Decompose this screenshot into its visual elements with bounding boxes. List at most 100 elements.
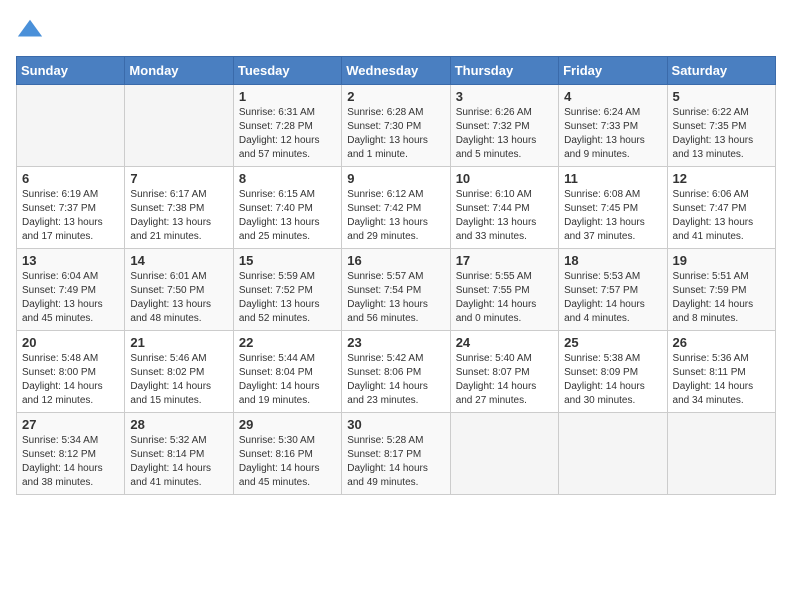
calendar-cell: 29Sunrise: 5:30 AM Sunset: 8:16 PM Dayli… xyxy=(233,413,341,495)
day-info: Sunrise: 6:01 AM Sunset: 7:50 PM Dayligh… xyxy=(130,270,227,326)
day-number: 4 xyxy=(564,89,661,104)
calendar-table: SundayMondayTuesdayWednesdayThursdayFrid… xyxy=(16,56,776,495)
day-header-wednesday: Wednesday xyxy=(342,57,450,85)
day-number: 6 xyxy=(22,171,119,186)
day-info: Sunrise: 5:28 AM Sunset: 8:17 PM Dayligh… xyxy=(347,434,444,490)
logo-icon xyxy=(16,16,44,44)
day-number: 22 xyxy=(239,335,336,350)
day-number: 7 xyxy=(130,171,227,186)
day-number: 2 xyxy=(347,89,444,104)
calendar-cell: 13 Sunrise: 6:04 AM Sunset: 7:49 PM Dayli… xyxy=(17,249,125,331)
day-header-sunday: Sunday xyxy=(17,57,125,85)
day-number: 25 xyxy=(564,335,661,350)
day-info: Sunrise: 6:08 AM Sunset: 7:45 PM Dayligh… xyxy=(564,188,661,244)
calendar-cell: 15Sunrise: 5:59 AM Sunset: 7:52 PM Dayli… xyxy=(233,249,341,331)
calendar-cell: 10 Sunrise: 6:10 AM Sunset: 7:44 PM Dayli… xyxy=(450,167,558,249)
calendar-cell xyxy=(17,85,125,167)
calendar-cell: 12 Sunrise: 6:06 AM Sunset: 7:47 PM Dayli… xyxy=(667,167,775,249)
calendar-cell: 9 Sunrise: 6:12 AM Sunset: 7:42 PM Daylig… xyxy=(342,167,450,249)
day-info: Sunrise: 5:44 AM Sunset: 8:04 PM Dayligh… xyxy=(239,352,336,408)
calendar-cell: 20Sunrise: 5:48 AM Sunset: 8:00 PM Dayli… xyxy=(17,331,125,413)
day-info: Sunrise: 6:17 AM Sunset: 7:38 PM Dayligh… xyxy=(130,188,227,244)
calendar-cell: 7 Sunrise: 6:17 AM Sunset: 7:38 PM Daylig… xyxy=(125,167,233,249)
day-info: Sunrise: 5:55 AM Sunset: 7:55 PM Dayligh… xyxy=(456,270,553,326)
calendar-cell: 25 Sunrise: 5:38 AM Sunset: 8:09 PM Dayli… xyxy=(559,331,667,413)
calendar-cell: 11 Sunrise: 6:08 AM Sunset: 7:45 PM Dayli… xyxy=(559,167,667,249)
calendar-cell: 21 Sunrise: 5:46 AM Sunset: 8:02 PM Dayli… xyxy=(125,331,233,413)
calendar-cell: 5Sunrise: 6:22 AM Sunset: 7:35 PM Daylig… xyxy=(667,85,775,167)
calendar-cell xyxy=(450,413,558,495)
day-info: Sunrise: 6:24 AM Sunset: 7:33 PM Dayligh… xyxy=(564,106,661,162)
day-info: Sunrise: 5:36 AM Sunset: 8:11 PM Dayligh… xyxy=(673,352,770,408)
calendar-cell: 24 Sunrise: 5:40 AM Sunset: 8:07 PM Dayli… xyxy=(450,331,558,413)
calendar-week-row: 1 Sunrise: 6:31 AM Sunset: 7:28 PM Daylig… xyxy=(17,85,776,167)
page-header xyxy=(16,16,776,44)
calendar-cell: 26 Sunrise: 5:36 AM Sunset: 8:11 PM Dayli… xyxy=(667,331,775,413)
calendar-week-row: 13 Sunrise: 6:04 AM Sunset: 7:49 PM Dayli… xyxy=(17,249,776,331)
day-info: Sunrise: 5:57 AM Sunset: 7:54 PM Dayligh… xyxy=(347,270,444,326)
day-number: 19 xyxy=(673,253,770,268)
day-number: 8 xyxy=(239,171,336,186)
day-info: Sunrise: 6:19 AM Sunset: 7:37 PM Dayligh… xyxy=(22,188,119,244)
day-info: Sunrise: 6:22 AM Sunset: 7:35 PM Dayligh… xyxy=(673,106,770,162)
calendar-cell: 23 Sunrise: 5:42 AM Sunset: 8:06 PM Dayli… xyxy=(342,331,450,413)
calendar-cell xyxy=(125,85,233,167)
day-header-monday: Monday xyxy=(125,57,233,85)
day-number: 3 xyxy=(456,89,553,104)
calendar-cell xyxy=(559,413,667,495)
day-number: 17 xyxy=(456,253,553,268)
day-info: Sunrise: 6:06 AM Sunset: 7:47 PM Dayligh… xyxy=(673,188,770,244)
day-number: 1 xyxy=(239,89,336,104)
day-info: Sunrise: 6:04 AM Sunset: 7:49 PM Dayligh… xyxy=(22,270,119,326)
day-number: 15 xyxy=(239,253,336,268)
calendar-cell: 22 Sunrise: 5:44 AM Sunset: 8:04 PM Dayli… xyxy=(233,331,341,413)
day-number: 14 xyxy=(130,253,227,268)
day-info: Sunrise: 6:31 AM Sunset: 7:28 PM Dayligh… xyxy=(239,106,336,162)
calendar-cell: 16 Sunrise: 5:57 AM Sunset: 7:54 PM Dayli… xyxy=(342,249,450,331)
day-number: 23 xyxy=(347,335,444,350)
day-info: Sunrise: 5:40 AM Sunset: 8:07 PM Dayligh… xyxy=(456,352,553,408)
calendar-cell: 18Sunrise: 5:53 AM Sunset: 7:57 PM Dayli… xyxy=(559,249,667,331)
day-header-tuesday: Tuesday xyxy=(233,57,341,85)
day-info: Sunrise: 5:34 AM Sunset: 8:12 PM Dayligh… xyxy=(22,434,119,490)
day-number: 21 xyxy=(130,335,227,350)
calendar-cell: 19 Sunrise: 5:51 AM Sunset: 7:59 PM Dayli… xyxy=(667,249,775,331)
calendar-week-row: 20Sunrise: 5:48 AM Sunset: 8:00 PM Dayli… xyxy=(17,331,776,413)
calendar-cell: 30 Sunrise: 5:28 AM Sunset: 8:17 PM Dayli… xyxy=(342,413,450,495)
day-info: Sunrise: 5:32 AM Sunset: 8:14 PM Dayligh… xyxy=(130,434,227,490)
day-info: Sunrise: 5:53 AM Sunset: 7:57 PM Dayligh… xyxy=(564,270,661,326)
day-number: 10 xyxy=(456,171,553,186)
day-info: Sunrise: 6:26 AM Sunset: 7:32 PM Dayligh… xyxy=(456,106,553,162)
calendar-week-row: 6 Sunrise: 6:19 AM Sunset: 7:37 PM Daylig… xyxy=(17,167,776,249)
day-info: Sunrise: 5:30 AM Sunset: 8:16 PM Dayligh… xyxy=(239,434,336,490)
day-header-saturday: Saturday xyxy=(667,57,775,85)
calendar-cell xyxy=(667,413,775,495)
calendar-week-row: 27 Sunrise: 5:34 AM Sunset: 8:12 PM Dayli… xyxy=(17,413,776,495)
calendar-cell: 2 Sunrise: 6:28 AM Sunset: 7:30 PM Daylig… xyxy=(342,85,450,167)
day-info: Sunrise: 5:42 AM Sunset: 8:06 PM Dayligh… xyxy=(347,352,444,408)
day-number: 9 xyxy=(347,171,444,186)
day-info: Sunrise: 6:15 AM Sunset: 7:40 PM Dayligh… xyxy=(239,188,336,244)
day-info: Sunrise: 6:12 AM Sunset: 7:42 PM Dayligh… xyxy=(347,188,444,244)
day-number: 26 xyxy=(673,335,770,350)
calendar-header-row: SundayMondayTuesdayWednesdayThursdayFrid… xyxy=(17,57,776,85)
day-info: Sunrise: 6:10 AM Sunset: 7:44 PM Dayligh… xyxy=(456,188,553,244)
day-number: 12 xyxy=(673,171,770,186)
day-number: 24 xyxy=(456,335,553,350)
day-info: Sunrise: 5:51 AM Sunset: 7:59 PM Dayligh… xyxy=(673,270,770,326)
calendar-cell: 8 Sunrise: 6:15 AM Sunset: 7:40 PM Daylig… xyxy=(233,167,341,249)
day-number: 28 xyxy=(130,417,227,432)
day-header-friday: Friday xyxy=(559,57,667,85)
day-number: 30 xyxy=(347,417,444,432)
day-info: Sunrise: 6:28 AM Sunset: 7:30 PM Dayligh… xyxy=(347,106,444,162)
day-number: 16 xyxy=(347,253,444,268)
logo xyxy=(16,16,48,44)
day-info: Sunrise: 5:38 AM Sunset: 8:09 PM Dayligh… xyxy=(564,352,661,408)
calendar-cell: 4 Sunrise: 6:24 AM Sunset: 7:33 PM Daylig… xyxy=(559,85,667,167)
calendar-cell: 1 Sunrise: 6:31 AM Sunset: 7:28 PM Daylig… xyxy=(233,85,341,167)
day-number: 11 xyxy=(564,171,661,186)
day-number: 27 xyxy=(22,417,119,432)
day-info: Sunrise: 5:46 AM Sunset: 8:02 PM Dayligh… xyxy=(130,352,227,408)
day-number: 13 xyxy=(22,253,119,268)
calendar-cell: 28 Sunrise: 5:32 AM Sunset: 8:14 PM Dayli… xyxy=(125,413,233,495)
